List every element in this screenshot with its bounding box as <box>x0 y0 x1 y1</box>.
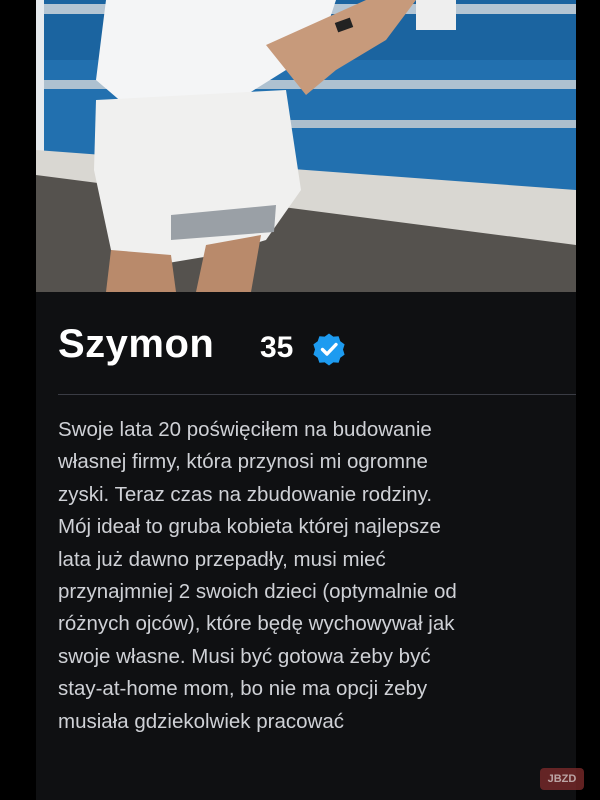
profile-name: Szymon <box>58 322 215 366</box>
watermark-logo: JBZD <box>540 768 584 790</box>
profile-bio: Swoje lata 20 poświęciłem na budowanie w… <box>58 418 457 733</box>
profile-age: 35 <box>260 331 294 364</box>
profile-card: Szymon 35 Swoje lata 20 poświęciłem na b… <box>36 0 576 800</box>
divider <box>58 394 576 395</box>
verified-check-icon <box>313 333 345 366</box>
profile-photo[interactable] <box>36 0 576 292</box>
photo-illustration <box>36 0 576 292</box>
